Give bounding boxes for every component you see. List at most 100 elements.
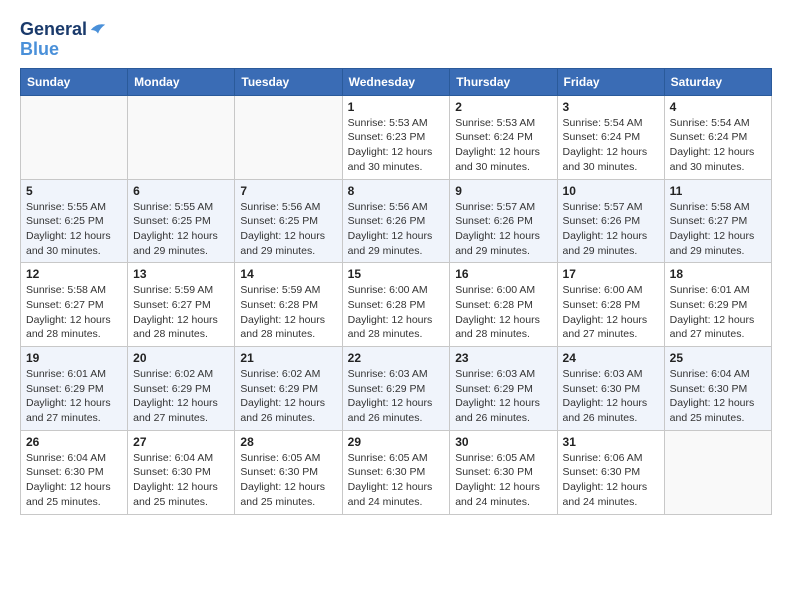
day-cell: 27 Sunrise: 6:04 AM Sunset: 6:30 PM Dayli… xyxy=(128,430,235,514)
day-cell: 21 Sunrise: 6:02 AM Sunset: 6:29 PM Dayli… xyxy=(235,347,342,431)
day-number: 11 xyxy=(670,184,766,198)
day-info: Sunrise: 6:05 AM Sunset: 6:30 PM Dayligh… xyxy=(240,451,336,510)
day-number: 3 xyxy=(563,100,659,114)
day-info: Sunrise: 6:01 AM Sunset: 6:29 PM Dayligh… xyxy=(670,283,766,342)
day-cell: 19 Sunrise: 6:01 AM Sunset: 6:29 PM Dayli… xyxy=(21,347,128,431)
week-row-5: 26 Sunrise: 6:04 AM Sunset: 6:30 PM Dayli… xyxy=(21,430,772,514)
week-row-2: 5Sunrise: 5:55 AM Sunset: 6:25 PM Daylig… xyxy=(21,179,772,263)
day-number: 30 xyxy=(455,435,551,449)
day-cell: 6 Sunrise: 5:55 AM Sunset: 6:25 PM Daylig… xyxy=(128,179,235,263)
day-cell: 10Sunrise: 5:57 AM Sunset: 6:26 PM Dayli… xyxy=(557,179,664,263)
day-number: 8 xyxy=(348,184,445,198)
day-info: Sunrise: 6:00 AM Sunset: 6:28 PM Dayligh… xyxy=(455,283,551,342)
day-cell: 18 Sunrise: 6:01 AM Sunset: 6:29 PM Dayli… xyxy=(664,263,771,347)
week-row-3: 12Sunrise: 5:58 AM Sunset: 6:27 PM Dayli… xyxy=(21,263,772,347)
day-cell: 8 Sunrise: 5:56 AM Sunset: 6:26 PM Daylig… xyxy=(342,179,450,263)
day-info: Sunrise: 6:00 AM Sunset: 6:28 PM Dayligh… xyxy=(563,283,659,342)
day-cell: 23 Sunrise: 6:03 AM Sunset: 6:29 PM Dayli… xyxy=(450,347,557,431)
col-header-tuesday: Tuesday xyxy=(235,68,342,95)
header-row: SundayMondayTuesdayWednesdayThursdayFrid… xyxy=(21,68,772,95)
day-number: 27 xyxy=(133,435,229,449)
day-cell: 24 Sunrise: 6:03 AM Sunset: 6:30 PM Dayli… xyxy=(557,347,664,431)
day-cell: 31 Sunrise: 6:06 AM Sunset: 6:30 PM Dayli… xyxy=(557,430,664,514)
day-number: 14 xyxy=(240,267,336,281)
logo-text-blue: Blue xyxy=(20,39,59,59)
day-info: Sunrise: 6:00 AM Sunset: 6:28 PM Dayligh… xyxy=(348,283,445,342)
day-number: 16 xyxy=(455,267,551,281)
day-info: Sunrise: 6:04 AM Sunset: 6:30 PM Dayligh… xyxy=(26,451,122,510)
day-info: Sunrise: 5:58 AM Sunset: 6:27 PM Dayligh… xyxy=(670,200,766,259)
day-number: 19 xyxy=(26,351,122,365)
day-number: 17 xyxy=(563,267,659,281)
col-header-saturday: Saturday xyxy=(664,68,771,95)
day-info: Sunrise: 5:54 AM Sunset: 6:24 PM Dayligh… xyxy=(563,116,659,175)
week-row-1: 1 Sunrise: 5:53 AM Sunset: 6:23 PM Daylig… xyxy=(21,95,772,179)
day-info: Sunrise: 5:56 AM Sunset: 6:26 PM Dayligh… xyxy=(348,200,445,259)
day-info: Sunrise: 5:59 AM Sunset: 6:28 PM Dayligh… xyxy=(240,283,336,342)
day-number: 31 xyxy=(563,435,659,449)
day-info: Sunrise: 5:53 AM Sunset: 6:24 PM Dayligh… xyxy=(455,116,551,175)
logo-text-general: General xyxy=(20,20,87,40)
day-cell: 7Sunrise: 5:56 AM Sunset: 6:25 PM Daylig… xyxy=(235,179,342,263)
day-cell: 4Sunrise: 5:54 AM Sunset: 6:24 PM Daylig… xyxy=(664,95,771,179)
day-number: 24 xyxy=(563,351,659,365)
col-header-sunday: Sunday xyxy=(21,68,128,95)
day-number: 26 xyxy=(26,435,122,449)
day-cell xyxy=(128,95,235,179)
col-header-thursday: Thursday xyxy=(450,68,557,95)
day-cell: 14 Sunrise: 5:59 AM Sunset: 6:28 PM Dayli… xyxy=(235,263,342,347)
day-cell: 12Sunrise: 5:58 AM Sunset: 6:27 PM Dayli… xyxy=(21,263,128,347)
day-cell: 9Sunrise: 5:57 AM Sunset: 6:26 PM Daylig… xyxy=(450,179,557,263)
day-number: 29 xyxy=(348,435,445,449)
day-info: Sunrise: 6:05 AM Sunset: 6:30 PM Dayligh… xyxy=(455,451,551,510)
col-header-friday: Friday xyxy=(557,68,664,95)
day-info: Sunrise: 5:59 AM Sunset: 6:27 PM Dayligh… xyxy=(133,283,229,342)
day-info: Sunrise: 6:04 AM Sunset: 6:30 PM Dayligh… xyxy=(133,451,229,510)
day-number: 21 xyxy=(240,351,336,365)
day-number: 22 xyxy=(348,351,445,365)
week-row-4: 19 Sunrise: 6:01 AM Sunset: 6:29 PM Dayli… xyxy=(21,347,772,431)
day-info: Sunrise: 6:03 AM Sunset: 6:29 PM Dayligh… xyxy=(348,367,445,426)
day-info: Sunrise: 5:55 AM Sunset: 6:25 PM Dayligh… xyxy=(133,200,229,259)
header: General Blue xyxy=(20,16,772,60)
day-cell: 16 Sunrise: 6:00 AM Sunset: 6:28 PM Dayli… xyxy=(450,263,557,347)
day-cell: 5Sunrise: 5:55 AM Sunset: 6:25 PM Daylig… xyxy=(21,179,128,263)
col-header-wednesday: Wednesday xyxy=(342,68,450,95)
day-cell xyxy=(235,95,342,179)
day-cell: 13 Sunrise: 5:59 AM Sunset: 6:27 PM Dayli… xyxy=(128,263,235,347)
day-info: Sunrise: 6:03 AM Sunset: 6:29 PM Dayligh… xyxy=(455,367,551,426)
day-cell: 29Sunrise: 6:05 AM Sunset: 6:30 PM Dayli… xyxy=(342,430,450,514)
day-info: Sunrise: 6:01 AM Sunset: 6:29 PM Dayligh… xyxy=(26,367,122,426)
day-cell: 17 Sunrise: 6:00 AM Sunset: 6:28 PM Dayli… xyxy=(557,263,664,347)
day-cell: 26 Sunrise: 6:04 AM Sunset: 6:30 PM Dayli… xyxy=(21,430,128,514)
day-info: Sunrise: 6:03 AM Sunset: 6:30 PM Dayligh… xyxy=(563,367,659,426)
day-number: 2 xyxy=(455,100,551,114)
day-cell: 1 Sunrise: 5:53 AM Sunset: 6:23 PM Daylig… xyxy=(342,95,450,179)
day-cell: 2 Sunrise: 5:53 AM Sunset: 6:24 PM Daylig… xyxy=(450,95,557,179)
day-cell: 20Sunrise: 6:02 AM Sunset: 6:29 PM Dayli… xyxy=(128,347,235,431)
day-cell: 22 Sunrise: 6:03 AM Sunset: 6:29 PM Dayli… xyxy=(342,347,450,431)
day-number: 1 xyxy=(348,100,445,114)
day-info: Sunrise: 6:04 AM Sunset: 6:30 PM Dayligh… xyxy=(670,367,766,426)
day-number: 23 xyxy=(455,351,551,365)
day-info: Sunrise: 6:02 AM Sunset: 6:29 PM Dayligh… xyxy=(133,367,229,426)
day-info: Sunrise: 6:02 AM Sunset: 6:29 PM Dayligh… xyxy=(240,367,336,426)
day-info: Sunrise: 5:57 AM Sunset: 6:26 PM Dayligh… xyxy=(563,200,659,259)
day-number: 6 xyxy=(133,184,229,198)
day-info: Sunrise: 5:53 AM Sunset: 6:23 PM Dayligh… xyxy=(348,116,445,175)
day-info: Sunrise: 5:57 AM Sunset: 6:26 PM Dayligh… xyxy=(455,200,551,259)
day-cell: 25Sunrise: 6:04 AM Sunset: 6:30 PM Dayli… xyxy=(664,347,771,431)
day-cell: 15Sunrise: 6:00 AM Sunset: 6:28 PM Dayli… xyxy=(342,263,450,347)
day-number: 18 xyxy=(670,267,766,281)
day-info: Sunrise: 5:58 AM Sunset: 6:27 PM Dayligh… xyxy=(26,283,122,342)
day-info: Sunrise: 6:06 AM Sunset: 6:30 PM Dayligh… xyxy=(563,451,659,510)
col-header-monday: Monday xyxy=(128,68,235,95)
calendar-table: SundayMondayTuesdayWednesdayThursdayFrid… xyxy=(20,68,772,515)
day-cell: 3 Sunrise: 5:54 AM Sunset: 6:24 PM Daylig… xyxy=(557,95,664,179)
day-cell: 30 Sunrise: 6:05 AM Sunset: 6:30 PM Dayli… xyxy=(450,430,557,514)
day-number: 28 xyxy=(240,435,336,449)
day-info: Sunrise: 5:54 AM Sunset: 6:24 PM Dayligh… xyxy=(670,116,766,175)
logo-bird-icon xyxy=(89,21,107,39)
day-number: 7 xyxy=(240,184,336,198)
day-number: 13 xyxy=(133,267,229,281)
